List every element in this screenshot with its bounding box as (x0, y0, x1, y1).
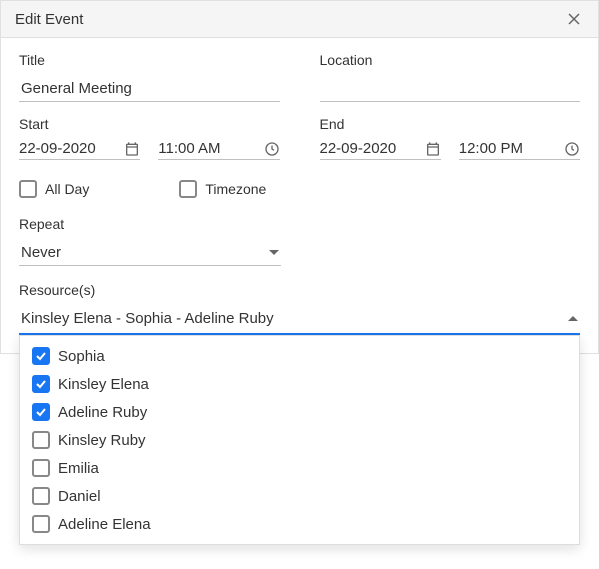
timezone-checkbox[interactable]: Timezone (179, 180, 266, 198)
resources-select[interactable]: Kinsley Elena - Sophia - Adeline Ruby (19, 306, 580, 335)
chevron-down-icon (269, 250, 279, 255)
checkbox-icon (32, 459, 50, 477)
repeat-label: Repeat (19, 216, 281, 232)
start-date-field[interactable] (19, 140, 140, 160)
resource-option-label: Kinsley Elena (58, 376, 149, 393)
checkbox-icon (19, 180, 37, 198)
calendar-icon (124, 141, 140, 157)
end-time-field[interactable] (459, 140, 580, 160)
checkbox-icon (179, 180, 197, 198)
clock-icon (564, 141, 580, 157)
resource-option-label: Daniel (58, 488, 101, 505)
resource-option[interactable]: Kinsley Ruby (20, 426, 579, 454)
allday-checkbox[interactable]: All Day (19, 180, 89, 198)
resource-option[interactable]: Sophia (20, 342, 579, 370)
start-time-input[interactable] (158, 140, 263, 157)
timezone-label: Timezone (205, 181, 266, 197)
resources-dropdown: Sophia Kinsley Elena Adeline Ruby Kinsley R… (19, 335, 580, 545)
end-time-input[interactable] (459, 140, 564, 157)
end-label: End (320, 116, 581, 132)
resource-option[interactable]: Kinsley Elena (20, 370, 579, 398)
title-input[interactable] (19, 76, 280, 102)
title-label: Title (19, 52, 280, 68)
calendar-icon (425, 141, 441, 157)
start-time-field[interactable] (158, 140, 279, 160)
repeat-select[interactable]: Never (19, 240, 281, 266)
chevron-up-icon (568, 316, 578, 321)
resource-option-label: Adeline Ruby (58, 404, 147, 421)
location-label: Location (320, 52, 581, 68)
dialog-body: Title Location Start (1, 38, 598, 353)
location-input[interactable] (320, 76, 581, 102)
checkbox-checked-icon (32, 347, 50, 365)
start-date-input[interactable] (19, 140, 124, 157)
dialog-header: Edit Event (1, 1, 598, 38)
end-date-field[interactable] (320, 140, 441, 160)
checkbox-icon (32, 487, 50, 505)
repeat-value: Never (21, 244, 61, 261)
resource-option[interactable]: Daniel (20, 482, 579, 510)
checkbox-icon (32, 515, 50, 533)
dialog-title: Edit Event (15, 11, 83, 28)
edit-event-dialog: Edit Event Title Location Start (0, 0, 599, 354)
resource-option[interactable]: Adeline Ruby (20, 398, 579, 426)
start-label: Start (19, 116, 280, 132)
end-date-input[interactable] (320, 140, 425, 157)
resource-option-label: Adeline Elena (58, 516, 151, 533)
close-button[interactable] (564, 9, 584, 29)
close-icon (568, 13, 580, 25)
resources-label: Resource(s) (19, 282, 580, 298)
clock-icon (264, 141, 280, 157)
allday-label: All Day (45, 181, 89, 197)
checkbox-checked-icon (32, 375, 50, 393)
resource-option-label: Sophia (58, 348, 105, 365)
resource-option-label: Kinsley Ruby (58, 432, 146, 449)
resource-option-label: Emilia (58, 460, 99, 477)
resource-option[interactable]: Emilia (20, 454, 579, 482)
resources-value: Kinsley Elena - Sophia - Adeline Ruby (21, 310, 274, 327)
checkbox-checked-icon (32, 403, 50, 421)
checkbox-icon (32, 431, 50, 449)
resource-option[interactable]: Adeline Elena (20, 510, 579, 538)
